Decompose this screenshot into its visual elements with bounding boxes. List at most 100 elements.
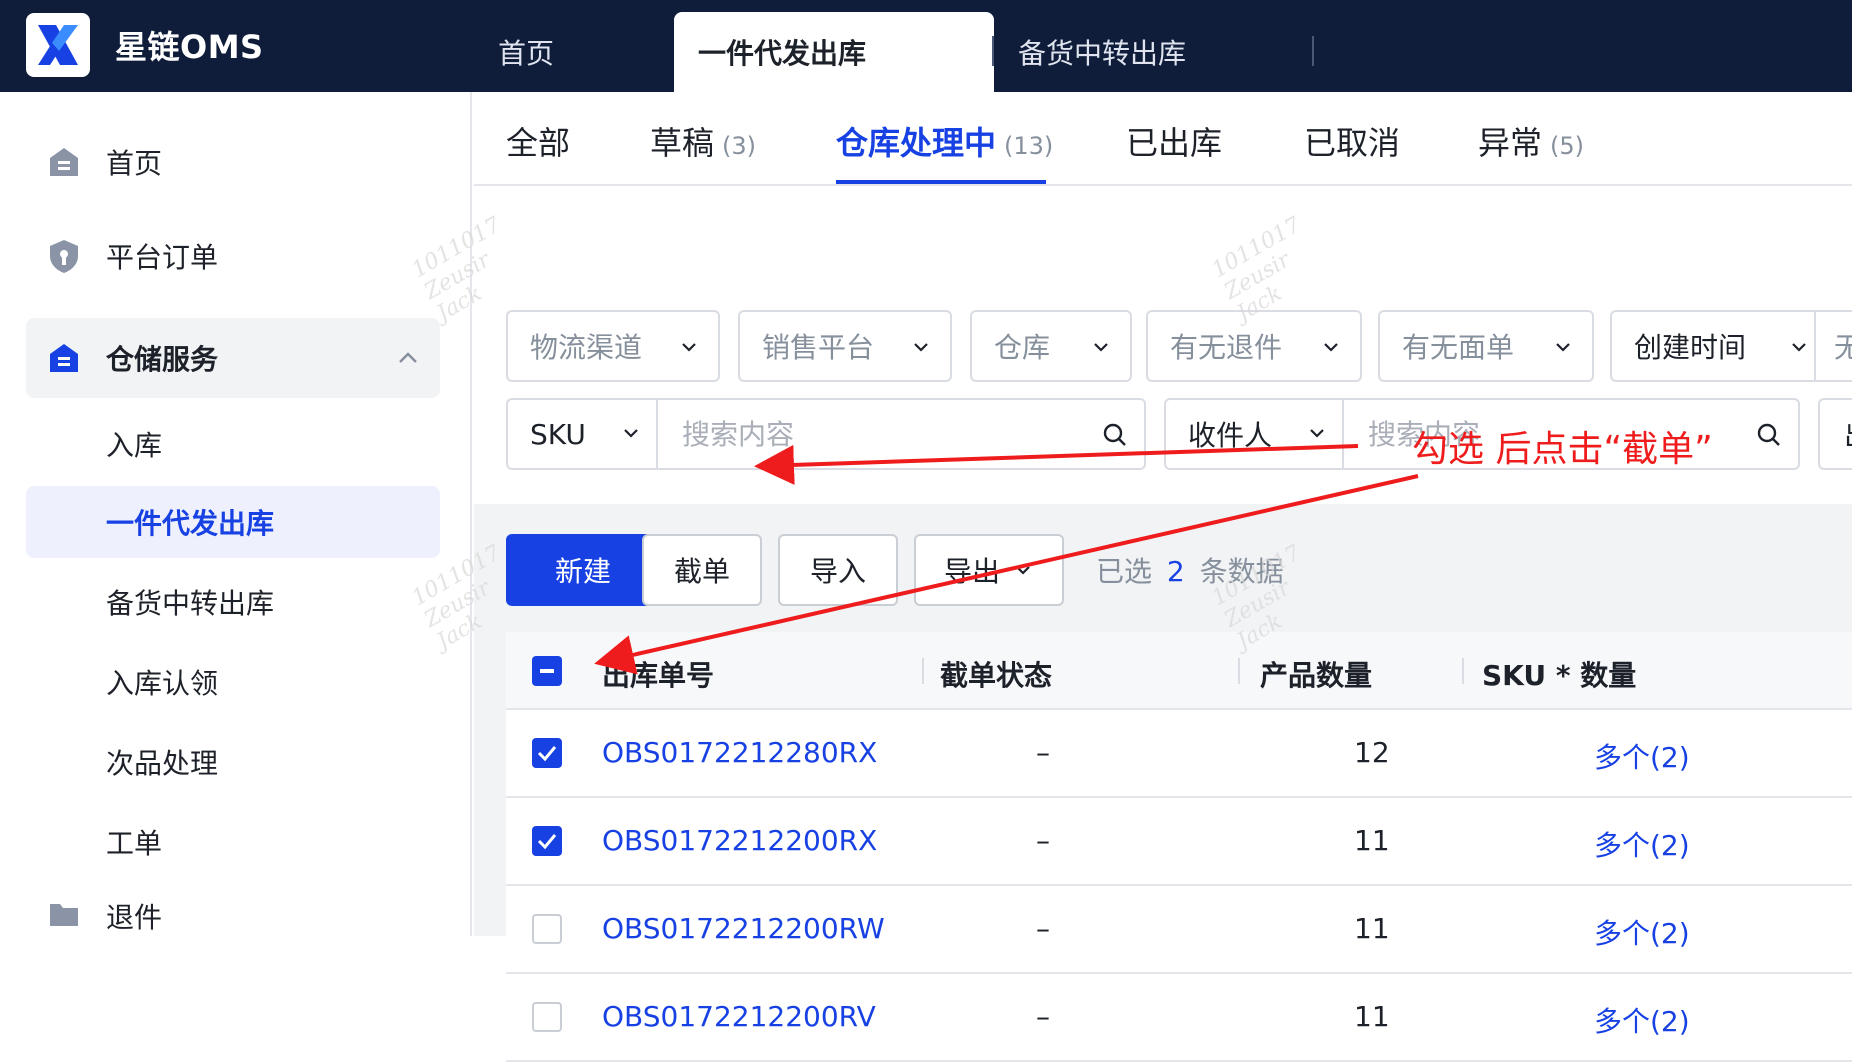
warehouse-icon xyxy=(46,340,82,376)
chevron-down-icon xyxy=(682,343,696,352)
top-tab-label: 备货中转出库 xyxy=(1018,37,1187,70)
sidebar-sub-label: 入库认领 xyxy=(106,667,219,700)
sidebar-item-returns[interactable]: 退件 xyxy=(26,884,440,944)
sidebar-sub-label: 备货中转出库 xyxy=(106,587,275,620)
intercept-status: – xyxy=(1036,736,1050,769)
tab-label: 已出库 xyxy=(1126,124,1223,162)
field-label: SKU xyxy=(530,417,586,451)
tab-label: 全部 xyxy=(506,124,571,162)
sidebar-sub-label: 次品处理 xyxy=(106,747,219,780)
top-tab-transfer-outbound[interactable]: 备货中转出库 xyxy=(994,12,1314,92)
check-icon xyxy=(537,746,557,762)
select-all-checkbox[interactable] xyxy=(532,656,562,686)
column-header-product-qty[interactable]: 产品数量 xyxy=(1260,654,1372,694)
table-row[interactable]: OBS0172212200RW – 11 多个(2) xyxy=(506,886,1852,974)
top-tab-dropship-outbound[interactable]: 一件代发出库 xyxy=(674,12,994,92)
sidebar-sub-label: 一件代发出库 xyxy=(106,507,275,540)
row-checkbox[interactable] xyxy=(532,738,562,768)
has-label-select[interactable]: 有无面单 xyxy=(1378,310,1594,382)
column-header-order-no[interactable]: 出库单号 xyxy=(602,654,714,694)
top-tab-label: 一件代发出库 xyxy=(698,37,867,70)
column-header-intercept-status[interactable]: 截单状态 xyxy=(940,654,1052,694)
sidebar-sub-inbound[interactable]: 入库 xyxy=(26,408,440,480)
sidebar-sub-label: 入库 xyxy=(106,429,163,462)
tab-cancelled[interactable]: 已取消 xyxy=(1304,118,1400,164)
sku-qty-link[interactable]: 多个(2) xyxy=(1594,736,1690,776)
sidebar-sub-label: 工单 xyxy=(106,827,163,860)
tab-shipped[interactable]: 已出库 xyxy=(1126,118,1222,164)
table-row[interactable]: OBS0172212280RX – 12 多个(2) xyxy=(506,710,1852,798)
chevron-down-icon xyxy=(1094,343,1108,352)
row-checkbox[interactable] xyxy=(532,914,562,944)
sku-qty-link[interactable]: 多个(2) xyxy=(1594,824,1690,864)
export-button[interactable]: 导出 xyxy=(914,534,1064,606)
sales-platform-select[interactable]: 销售平台 xyxy=(738,310,952,382)
sidebar-sub-inbound-claim[interactable]: 入库认领 xyxy=(26,646,440,718)
sku-field-select[interactable]: SKU xyxy=(508,400,658,468)
chevron-down-icon xyxy=(1016,566,1030,575)
product-qty: 11 xyxy=(1354,912,1390,945)
order-number-link[interactable]: OBS0172212200RX xyxy=(602,824,877,857)
product-qty: 12 xyxy=(1354,736,1390,769)
sidebar-item-platform-orders[interactable]: 平台订单 xyxy=(26,216,440,296)
orders-table: 出库单号 截单状态 产品数量 SKU * 数量 OBS0172212280RX … xyxy=(506,632,1852,1062)
warehouse-select[interactable]: 仓库 xyxy=(970,310,1132,382)
intercept-button[interactable]: 截单 xyxy=(642,534,762,606)
row-checkbox[interactable] xyxy=(532,1002,562,1032)
logistics-channel-select[interactable]: 物流渠道 xyxy=(506,310,720,382)
sku-qty-link[interactable]: 多个(2) xyxy=(1594,912,1690,952)
folder-icon xyxy=(46,896,82,932)
order-number-link[interactable]: OBS0172212200RV xyxy=(602,1000,876,1033)
recipient-field-select[interactable]: 收件人 xyxy=(1166,400,1344,468)
sidebar-sub-transfer-outbound[interactable]: 备货中转出库 xyxy=(26,566,440,638)
sidebar-item-home[interactable]: 首页 xyxy=(26,122,440,202)
main-content: 全部 草稿 (3) 仓库处理中 (13) 已出库 已取消 异常 (5) 物流渠道 销售… xyxy=(474,92,1852,1062)
column-divider xyxy=(1238,658,1240,684)
selected-count: 2 xyxy=(1166,555,1185,588)
tab-count: (13) xyxy=(1004,132,1054,160)
product-qty: 11 xyxy=(1354,824,1390,857)
button-label: 出 xyxy=(1844,414,1852,454)
more-filter-button[interactable]: 出 xyxy=(1818,398,1852,470)
column-header-sku-qty[interactable]: SKU * 数量 xyxy=(1482,654,1636,694)
select-placeholder: 有无面单 xyxy=(1402,331,1515,364)
sku-qty-link[interactable]: 多个(2) xyxy=(1594,1000,1690,1040)
table-header: 出库单号 截单状态 产品数量 SKU * 数量 xyxy=(506,632,1852,710)
table-row[interactable]: OBS0172212200RX – 11 多个(2) xyxy=(506,798,1852,886)
sidebar-item-warehouse-services[interactable]: 仓储服务 xyxy=(26,318,440,398)
select-placeholder: 无 xyxy=(1834,331,1852,364)
new-button[interactable]: 新建 xyxy=(506,534,660,606)
sidebar-sub-work-order[interactable]: 工单 xyxy=(26,806,440,878)
tab-draft[interactable]: 草稿 (3) xyxy=(650,118,756,164)
intercept-status: – xyxy=(1036,912,1050,945)
row-checkbox[interactable] xyxy=(532,826,562,856)
chevron-down-icon xyxy=(1556,343,1570,352)
created-time-select[interactable]: 创建时间 xyxy=(1610,310,1830,382)
sidebar-item-label: 平台订单 xyxy=(106,241,219,274)
select-placeholder: 创建时间 xyxy=(1634,331,1747,364)
date-range-input[interactable]: 无 xyxy=(1814,310,1852,382)
chevron-down-icon xyxy=(914,343,928,352)
select-placeholder: 销售平台 xyxy=(762,331,875,364)
indeterminate-icon xyxy=(540,669,554,673)
app-title: 星链OMS xyxy=(115,28,264,66)
select-placeholder: 仓库 xyxy=(994,331,1051,364)
search-icon[interactable] xyxy=(1756,422,1782,448)
chevron-down-icon xyxy=(624,429,638,438)
top-tab-label: 首页 xyxy=(498,37,555,70)
sku-search-input[interactable] xyxy=(658,400,1088,468)
order-number-link[interactable]: OBS0172212280RX xyxy=(602,736,877,769)
sidebar-sub-defective[interactable]: 次品处理 xyxy=(26,726,440,798)
tab-processing[interactable]: 仓库处理中 (13) xyxy=(836,118,1053,164)
tab-count: (5) xyxy=(1550,132,1585,160)
import-button[interactable]: 导入 xyxy=(778,534,898,606)
table-row[interactable]: OBS0172212200RV – 11 多个(2) xyxy=(506,974,1852,1062)
column-divider xyxy=(922,658,924,684)
search-icon[interactable] xyxy=(1102,422,1128,448)
sidebar-sub-dropship-outbound[interactable]: 一件代发出库 xyxy=(26,486,440,558)
sidebar: 首页 平台订单 仓储服务 入库 一件代发出库 备货中转出库 入库认领 次品处理 … xyxy=(0,92,472,936)
top-tab-home[interactable]: 首页 xyxy=(474,12,674,92)
order-number-link[interactable]: OBS0172212200RW xyxy=(602,912,885,945)
tab-exception[interactable]: 异常 (5) xyxy=(1478,118,1584,164)
tab-all[interactable]: 全部 xyxy=(506,118,570,164)
